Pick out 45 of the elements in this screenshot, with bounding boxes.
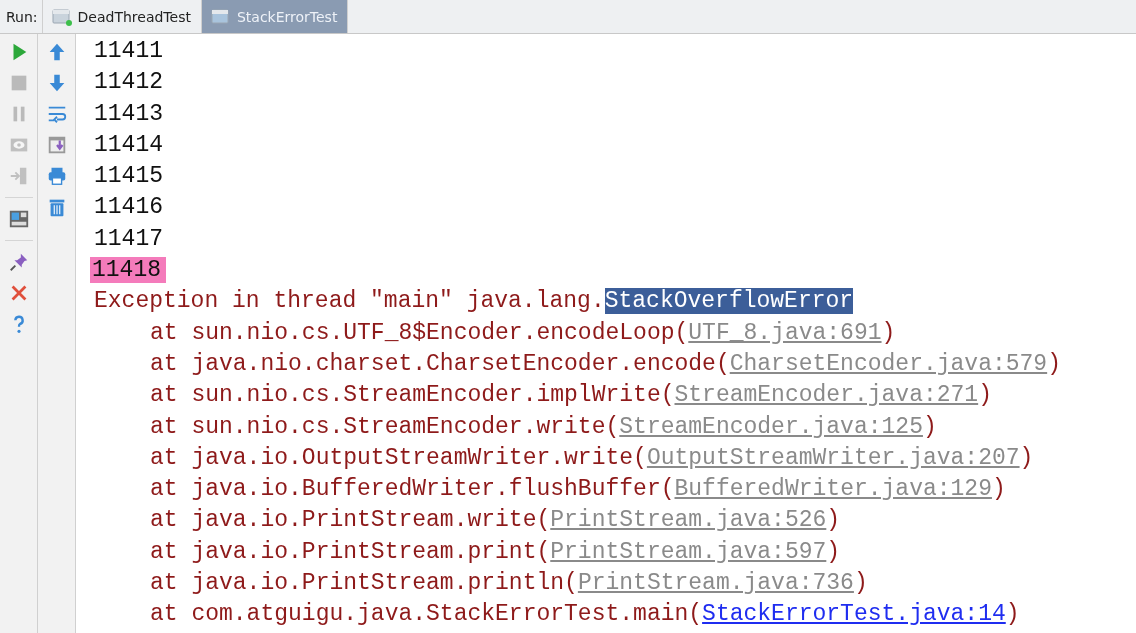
closing-paren: ): [1019, 444, 1034, 471]
closing-paren: ): [1047, 350, 1061, 377]
run-label: Run:: [0, 0, 43, 33]
stack-frame-text: at sun.nio.cs.StreamEncoder.implWrite(: [150, 382, 675, 409]
stack-frame-text: at java.io.BufferedWriter.flushBuffer(: [150, 476, 675, 503]
stack-frame-text: at sun.nio.cs.StreamEncoder.write(: [150, 413, 620, 440]
source-link[interactable]: StreamEncoder.java:271: [674, 382, 979, 409]
stack-frame-text: at java.io.PrintStream.write(: [150, 507, 551, 534]
source-link[interactable]: StackErrorTest.java:14: [702, 601, 1006, 628]
source-link[interactable]: PrintStream.java:526: [550, 507, 827, 534]
source-link[interactable]: BufferedWriter.java:129: [674, 476, 992, 503]
stack-frame-text: at java.nio.charset.CharsetEncoder.encode(: [150, 350, 730, 377]
console-window-icon: [50, 6, 73, 27]
source-link[interactable]: PrintStream.java:597: [550, 538, 827, 565]
source-link[interactable]: PrintStream.java:736: [577, 570, 854, 597]
pin-icon: [7, 251, 30, 273]
console-window-icon: [209, 6, 232, 27]
closing-paren: ): [1005, 601, 1020, 628]
console-output-line: 11411: [94, 38, 164, 64]
console-output-line: 11412: [94, 69, 164, 96]
stack-frame-text: at sun.nio.cs.UTF_8$Encoder.encodeLoop(: [150, 319, 689, 346]
console-output-line: 11415: [94, 163, 164, 190]
console-output-line: 11417: [94, 225, 164, 252]
stack-frame-text: at com.atguigu.java.StackErrorTest.main(: [150, 601, 703, 628]
stack-frame-text: at java.io.PrintStream.println(: [150, 570, 578, 597]
closing-paren: ): [881, 319, 896, 346]
closing-paren: ): [853, 570, 868, 597]
stack-frame-text: at java.io.OutputStreamWriter.write(: [150, 444, 647, 471]
closing-paren: ): [991, 476, 1006, 503]
console-output-line: 11414: [94, 131, 164, 158]
closing-paren: ): [826, 538, 841, 565]
console-output-line: 11416: [94, 194, 164, 221]
window-layout-icon: [7, 208, 30, 230]
exception-message: Exception in thread "main" java.lang.: [94, 288, 605, 315]
source-link[interactable]: UTF_8.java:691: [688, 319, 882, 346]
source-link[interactable]: StreamEncoder.java:125: [619, 413, 923, 440]
closing-paren: ): [826, 507, 841, 534]
source-link[interactable]: CharsetEncoder.java:579: [729, 350, 1048, 377]
closing-paren: ): [922, 413, 937, 440]
source-link[interactable]: OutputStreamWriter.java:207: [646, 444, 1020, 471]
selected-text: StackOverflowError: [604, 288, 854, 315]
console-output-line: 11413: [94, 100, 164, 127]
stack-frame-text: at java.io.PrintStream.print(: [150, 538, 551, 565]
run-tab[interactable]: StackErrorTest: [201, 0, 349, 33]
closing-paren: ): [978, 382, 992, 409]
